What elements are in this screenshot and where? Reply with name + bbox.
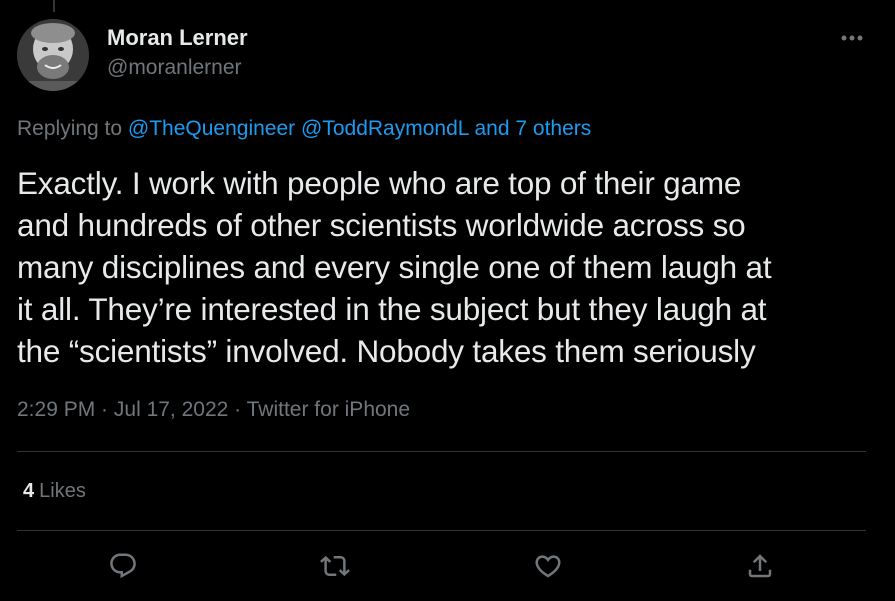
tweet-text-line: many disciplines and every single one of… <box>17 249 772 285</box>
meta-separator: · <box>228 398 247 421</box>
avatar[interactable] <box>17 19 89 91</box>
tweet-text-line: and hundreds of other scientists worldwi… <box>17 207 746 243</box>
more-options-button[interactable] <box>836 26 868 50</box>
replying-to: Replying to @TheQuengineer @ToddRaymondL… <box>17 117 591 141</box>
likes-count: 4 <box>23 480 35 502</box>
tweet-text: Exactly. I work with people who are top … <box>17 162 887 372</box>
mention-link[interactable]: @TheQuengineer <box>128 117 295 140</box>
tweet-text-line: Exactly. I work with people who are top … <box>17 165 742 201</box>
tweet-text-line: the “scientists” involved. Nobody takes … <box>17 333 756 369</box>
divider <box>17 530 866 531</box>
thread-connector-line <box>53 0 55 12</box>
meta-separator: · <box>95 398 114 421</box>
author-name[interactable]: Moran Lerner <box>107 25 248 51</box>
heart-icon <box>535 555 561 578</box>
tweet-text-line: it all. They’re interested in the subjec… <box>17 291 767 327</box>
like-button[interactable] <box>530 548 566 584</box>
share-icon <box>748 554 772 578</box>
reply-button[interactable] <box>105 548 141 584</box>
tweet-metadata: 2:29 PM · Jul 17, 2022 · Twitter for iPh… <box>17 398 410 422</box>
others-link[interactable]: and 7 others <box>475 117 592 140</box>
tweet-source[interactable]: Twitter for iPhone <box>247 398 410 421</box>
retweet-button[interactable] <box>317 548 353 584</box>
author-handle[interactable]: @moranlerner <box>107 56 242 80</box>
tweet-time[interactable]: 2:29 PM <box>17 398 95 421</box>
mention-link[interactable]: @ToddRaymondL <box>301 117 469 140</box>
avatar-image <box>17 19 89 91</box>
divider <box>17 451 866 452</box>
tweet-date[interactable]: Jul 17, 2022 <box>114 398 228 421</box>
likes-stat[interactable]: 4 Likes <box>23 480 86 503</box>
reply-icon <box>110 553 136 579</box>
replying-to-label: Replying to <box>17 117 123 140</box>
more-dots-icon <box>841 35 863 41</box>
share-button[interactable] <box>742 548 778 584</box>
retweet-icon <box>320 555 350 577</box>
likes-label: Likes <box>39 480 86 502</box>
